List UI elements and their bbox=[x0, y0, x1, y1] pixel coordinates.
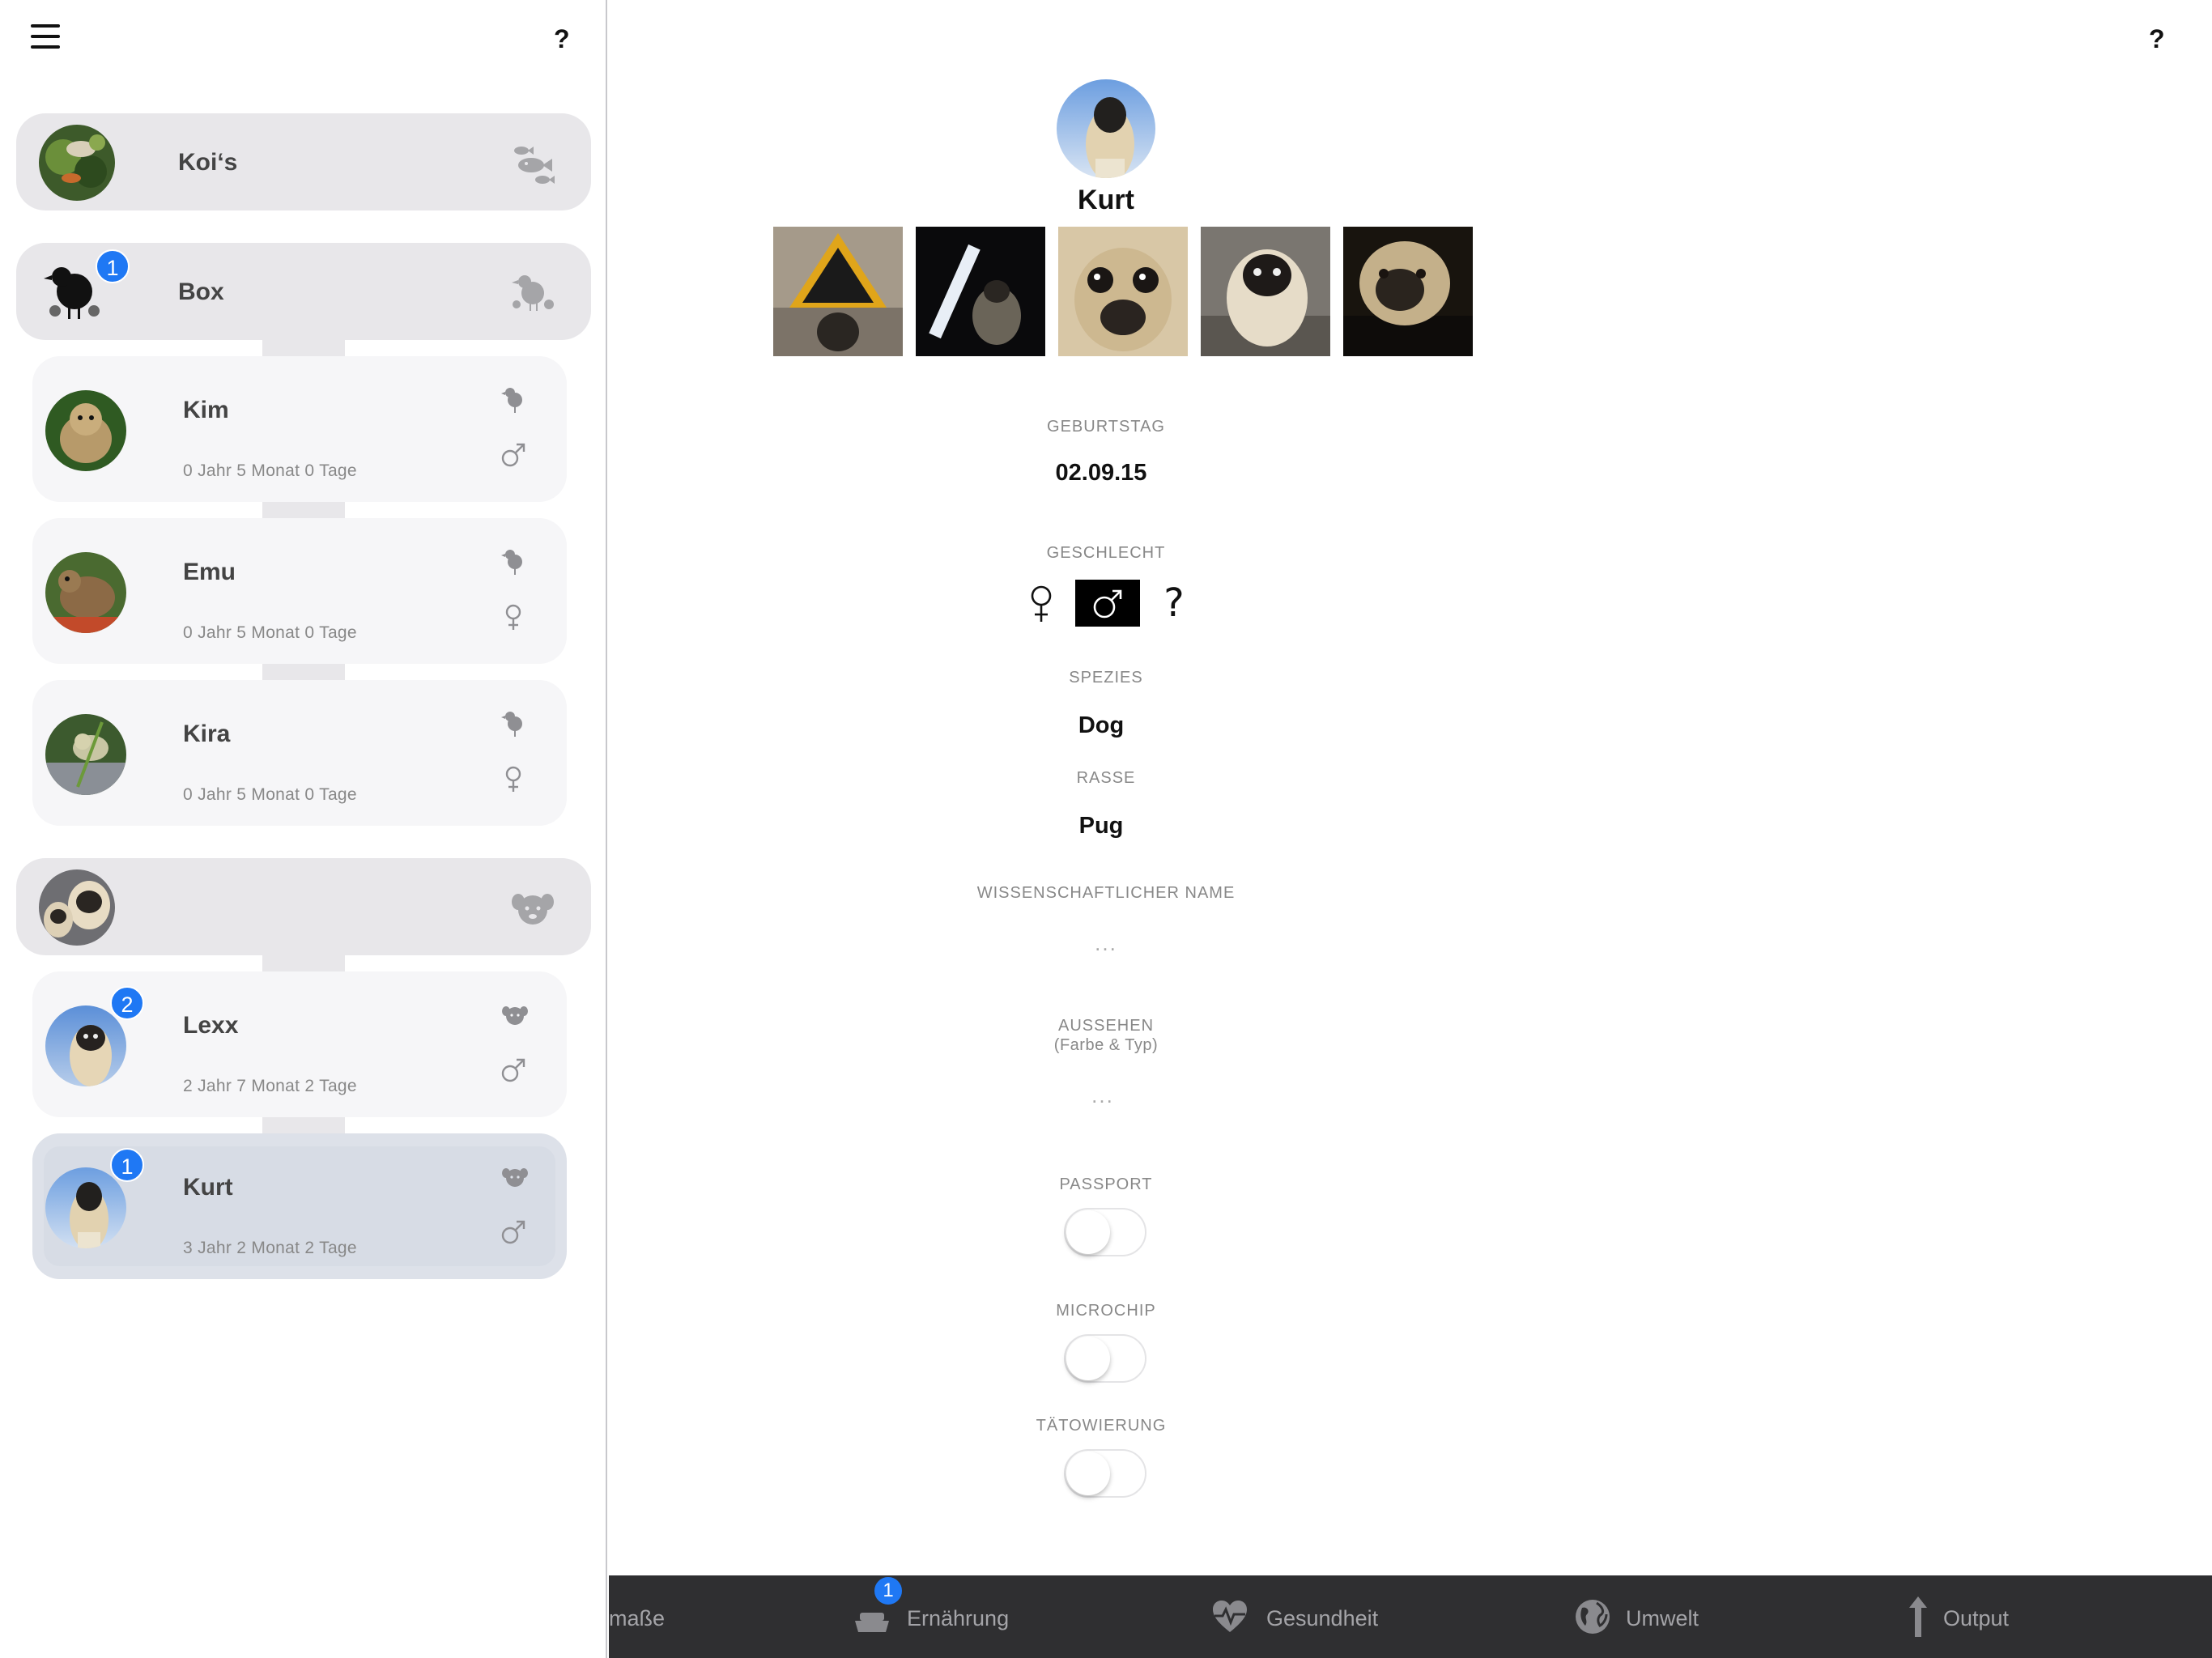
tab-ernaehrung[interactable]: 1 Ernährung bbox=[852, 1575, 1062, 1658]
animal-card-kira[interactable]: Kira 0 Jahr 5 Monat 0 Tage bbox=[32, 680, 567, 826]
heart-pulse-icon bbox=[1210, 1596, 1250, 1637]
scientific-name-label: WISSENSCHAFTLICHER NAME bbox=[976, 884, 1236, 902]
animal-name: Emu bbox=[183, 559, 236, 585]
animal-age: 0 Jahr 5 Monat 0 Tage bbox=[183, 785, 357, 804]
photo-thumbnail[interactable] bbox=[773, 227, 903, 356]
animal-age: 0 Jahr 5 Monat 0 Tage bbox=[183, 623, 357, 642]
unknown-sex-option[interactable]: ? bbox=[1142, 580, 1206, 627]
sidebar: ? Koi‘s 1 Box Kim 0 Jahr 5 Monat 0 Tage … bbox=[0, 0, 607, 1658]
tattoo-label: TÄTOWIERUNG bbox=[1036, 1417, 1167, 1435]
male-icon bbox=[499, 1056, 528, 1085]
tab-label: Gesundheit bbox=[1266, 1606, 1379, 1630]
male-icon bbox=[499, 1218, 528, 1247]
dog-icon bbox=[500, 1001, 530, 1030]
group-connector bbox=[262, 1117, 345, 1133]
pet-avatar[interactable] bbox=[1057, 79, 1155, 178]
male-icon bbox=[499, 440, 528, 470]
tab-label: Umwelt bbox=[1626, 1606, 1699, 1630]
female-icon bbox=[499, 602, 528, 631]
tattoo-toggle[interactable] bbox=[1064, 1449, 1146, 1498]
animal-name: Kurt bbox=[183, 1174, 233, 1201]
birthday-label: GEBURTSTAG bbox=[1047, 418, 1165, 436]
tab-label: Output bbox=[1943, 1606, 2010, 1630]
animal-badge: 2 bbox=[110, 986, 144, 1020]
animal-avatar bbox=[45, 1167, 126, 1248]
photo-thumbnail[interactable] bbox=[916, 227, 1045, 356]
bird-icon bbox=[500, 709, 530, 738]
group-connector bbox=[262, 340, 345, 356]
animal-name: Kim bbox=[183, 397, 229, 423]
bird-icon bbox=[500, 385, 530, 414]
fish-icon bbox=[507, 136, 559, 188]
animal-avatar bbox=[45, 1005, 126, 1086]
group-badge: 1 bbox=[96, 249, 130, 283]
bird-icon bbox=[507, 266, 559, 317]
group-connector bbox=[262, 664, 345, 680]
group-kois[interactable]: Koi‘s bbox=[16, 113, 591, 210]
animal-name: Lexx bbox=[183, 1012, 239, 1039]
animal-avatar bbox=[45, 552, 126, 633]
animal-avatar bbox=[45, 390, 126, 471]
menu-icon[interactable] bbox=[31, 24, 60, 53]
species-value[interactable]: Dog bbox=[899, 712, 1304, 739]
birthday-value[interactable]: 02.09.15 bbox=[899, 460, 1304, 487]
toggle-knob bbox=[1066, 1337, 1110, 1380]
tab-badge: 1 bbox=[873, 1575, 904, 1606]
sex-label: GESCHLECHT bbox=[1046, 544, 1166, 562]
bottom-tab-bar: maße 1 Ernährung Gesundheit Umwelt Outpu… bbox=[609, 1575, 2212, 1658]
sidebar-help-button[interactable]: ? bbox=[554, 24, 570, 54]
arrow-up-icon bbox=[1898, 1596, 1938, 1637]
appearance-label: AUSSEHEN bbox=[1057, 1017, 1155, 1035]
tab-label: maße bbox=[609, 1606, 666, 1630]
app-window: ? Koi‘s 1 Box Kim 0 Jahr 5 Monat 0 Tage … bbox=[0, 0, 2212, 1658]
scientific-name-value[interactable]: ... bbox=[904, 931, 1308, 956]
toggle-knob bbox=[1066, 1452, 1110, 1495]
passport-label: PASSPORT bbox=[1059, 1175, 1153, 1193]
tab-umwelt[interactable]: Umwelt bbox=[1572, 1575, 1734, 1658]
tab-output[interactable]: Output bbox=[1898, 1575, 2060, 1658]
tab-label: Ernährung bbox=[907, 1606, 1010, 1630]
bird-icon bbox=[500, 547, 530, 576]
group-name: Koi‘s bbox=[178, 149, 238, 176]
female-icon bbox=[499, 764, 528, 793]
breed-label: RASSE bbox=[1076, 769, 1136, 787]
globe-icon bbox=[1572, 1596, 1613, 1637]
photo-thumbnail[interactable] bbox=[1343, 227, 1473, 356]
breed-value[interactable]: Pug bbox=[899, 813, 1304, 840]
detail-help-button[interactable]: ? bbox=[2149, 24, 2165, 54]
group-box[interactable]: 1 Box bbox=[16, 243, 591, 340]
microchip-label: MICROCHIP bbox=[1056, 1302, 1156, 1320]
tab-gesundheit[interactable]: Gesundheit bbox=[1210, 1575, 1420, 1658]
group-avatar bbox=[39, 869, 115, 946]
appearance-value[interactable]: ... bbox=[900, 1083, 1305, 1108]
species-label: SPEZIES bbox=[1069, 669, 1143, 687]
microchip-toggle[interactable] bbox=[1064, 1334, 1146, 1383]
toggle-knob bbox=[1066, 1210, 1110, 1254]
appearance-sublabel: (Farbe & Typ) bbox=[1053, 1036, 1159, 1054]
group-connector bbox=[262, 502, 345, 518]
male-option[interactable] bbox=[1075, 580, 1140, 627]
animal-age: 3 Jahr 2 Monat 2 Tage bbox=[183, 1239, 357, 1257]
animal-card-kurt[interactable]: 1 Kurt 3 Jahr 2 Monat 2 Tage bbox=[32, 1133, 567, 1279]
photo-thumbnail[interactable] bbox=[1201, 227, 1330, 356]
group-dogs[interactable] bbox=[16, 858, 591, 955]
animal-badge: 1 bbox=[110, 1148, 144, 1182]
animal-card-emu[interactable]: Emu 0 Jahr 5 Monat 0 Tage bbox=[32, 518, 567, 664]
animal-avatar bbox=[45, 714, 126, 795]
dog-icon bbox=[500, 1163, 530, 1192]
dog-icon bbox=[507, 881, 559, 933]
group-name: Box bbox=[178, 278, 224, 305]
photo-thumbnail[interactable] bbox=[1058, 227, 1188, 356]
animal-age: 2 Jahr 7 Monat 2 Tage bbox=[183, 1077, 357, 1095]
passport-toggle[interactable] bbox=[1064, 1208, 1146, 1256]
group-connector bbox=[262, 955, 345, 971]
animal-card-kim[interactable]: Kim 0 Jahr 5 Monat 0 Tage bbox=[32, 356, 567, 502]
pet-name: Kurt bbox=[1078, 185, 1134, 215]
group-avatar bbox=[39, 125, 115, 201]
animal-age: 0 Jahr 5 Monat 0 Tage bbox=[183, 461, 357, 480]
animal-card-lexx[interactable]: 2 Lexx 2 Jahr 7 Monat 2 Tage bbox=[32, 971, 567, 1117]
tab-masse[interactable]: maße bbox=[609, 1575, 706, 1658]
animal-name: Kira bbox=[183, 721, 231, 747]
female-option[interactable] bbox=[1009, 580, 1074, 627]
